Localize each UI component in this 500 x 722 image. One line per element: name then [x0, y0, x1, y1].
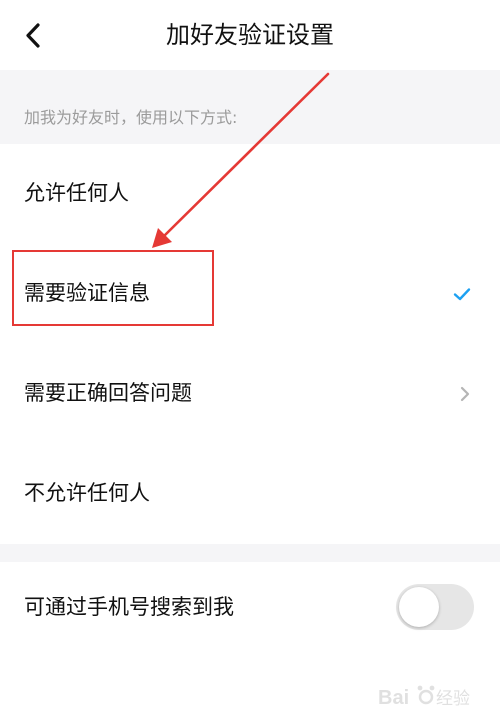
verification-options-list: 允许任何人 需要验证信息 需要正确回答问题 不允许任何人 — [0, 144, 500, 544]
option-label: 需要验证信息 — [24, 281, 150, 305]
phone-search-label: 可通过手机号搜索到我 — [24, 595, 234, 619]
toggle-knob — [399, 587, 439, 627]
option-allow-anyone[interactable]: 允许任何人 — [0, 144, 500, 244]
option-deny-anyone[interactable]: 不允许任何人 — [0, 444, 500, 544]
option-label: 允许任何人 — [24, 181, 129, 205]
option-label: 需要正确回答问题 — [24, 381, 192, 405]
option-require-verification[interactable]: 需要验证信息 — [0, 244, 500, 344]
phone-search-toggle[interactable] — [396, 584, 474, 630]
section-separator — [0, 544, 500, 562]
nav-bar: 加好友验证设置 — [0, 0, 500, 70]
page-title: 加好友验证设置 — [166, 21, 334, 49]
bottom-area — [0, 656, 500, 722]
check-icon — [453, 288, 471, 301]
section-description: 加我为好友时，使用以下方式: — [24, 108, 238, 127]
chevron-right-icon — [460, 386, 470, 402]
phone-search-row: 可通过手机号搜索到我 — [0, 562, 500, 656]
option-label: 不允许任何人 — [24, 481, 150, 505]
option-require-answer[interactable]: 需要正确回答问题 — [0, 344, 500, 444]
